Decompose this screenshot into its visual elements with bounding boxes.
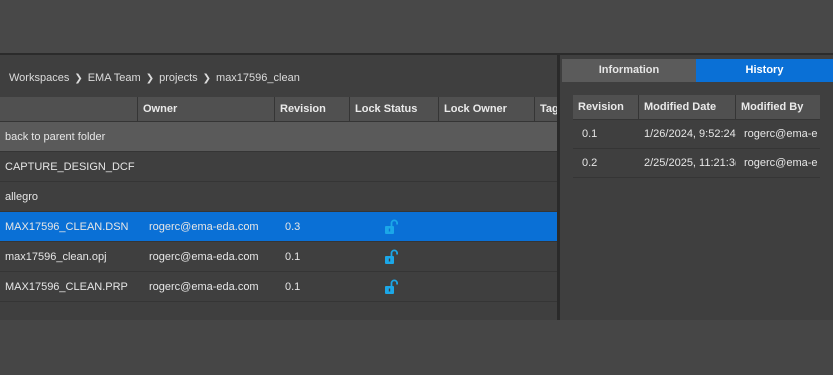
- column-header-name[interactable]: [0, 97, 138, 122]
- column-header-modified-by[interactable]: Modified By: [736, 95, 820, 120]
- column-header-lock-status[interactable]: Lock Status: [350, 97, 439, 122]
- unlocked-icon[interactable]: [383, 279, 399, 295]
- breadcrumb-projects[interactable]: projects: [159, 72, 198, 84]
- history-revision: 0.1: [582, 128, 598, 140]
- breadcrumb-workspaces[interactable]: Workspaces: [9, 72, 69, 84]
- lock-status-cell: [350, 272, 439, 302]
- file-name: max17596_clean.opj: [5, 250, 107, 263]
- history-revision: 0.2: [582, 157, 598, 169]
- file-revision: 0.3: [285, 220, 301, 233]
- file-row-selected[interactable]: MAX17596_CLEAN.DSN rogerc@ema-eda.com 0.…: [0, 212, 557, 242]
- history-modified-date: 2/25/2025, 11:21:3(: [644, 157, 736, 169]
- folder-name: CAPTURE_DESIGN_DCF: [5, 160, 135, 173]
- column-header-revision[interactable]: Revision: [275, 97, 350, 122]
- file-browser-panel: Workspaces ❯ EMA Team ❯ projects ❯ max17…: [0, 55, 557, 320]
- file-table: Owner Revision Lock Status Lock Owner Ta…: [0, 97, 557, 302]
- history-row[interactable]: 0.2 2/25/2025, 11:21:3( rogerc@ema-e: [573, 149, 820, 178]
- unlocked-icon[interactable]: [383, 249, 399, 265]
- folder-name: allegro: [5, 190, 39, 203]
- file-row[interactable]: MAX17596_CLEAN.PRP rogerc@ema-eda.com 0.…: [0, 272, 557, 302]
- file-owner: rogerc@ema-eda.com: [149, 220, 259, 233]
- column-header-lock-owner[interactable]: Lock Owner: [439, 97, 535, 122]
- folder-row[interactable]: allegro: [0, 182, 557, 212]
- file-revision: 0.1: [285, 250, 301, 263]
- column-header-tags[interactable]: Tags: [535, 97, 557, 122]
- chevron-right-icon: ❯: [202, 72, 212, 84]
- history-modified-by: rogerc@ema-e: [744, 128, 818, 140]
- lock-status-cell: [350, 242, 439, 272]
- file-owner: rogerc@ema-eda.com: [149, 280, 259, 293]
- file-name: MAX17596_CLEAN.DSN: [5, 220, 129, 233]
- file-table-header: Owner Revision Lock Status Lock Owner Ta…: [0, 97, 557, 122]
- file-row[interactable]: max17596_clean.opj rogerc@ema-eda.com 0.…: [0, 242, 557, 272]
- column-header-modified-date[interactable]: Modified Date: [639, 95, 736, 120]
- lock-status-cell: [350, 212, 439, 242]
- column-header-revision[interactable]: Revision: [573, 95, 639, 120]
- folder-row[interactable]: CAPTURE_DESIGN_DCF: [0, 152, 557, 182]
- breadcrumb-ema-team[interactable]: EMA Team: [88, 72, 141, 84]
- history-modified-date: 1/26/2024, 9:52:24: [644, 128, 736, 140]
- file-name: MAX17596_CLEAN.PRP: [5, 280, 128, 293]
- tab-history[interactable]: History: [696, 59, 833, 82]
- chevron-right-icon: ❯: [145, 72, 155, 84]
- breadcrumb: Workspaces ❯ EMA Team ❯ projects ❯ max17…: [9, 70, 300, 86]
- top-toolbar-area: [0, 0, 833, 54]
- file-revision: 0.1: [285, 280, 301, 293]
- details-tabs: Information History: [562, 59, 833, 82]
- history-table: Revision Modified Date Modified By 0.1 1…: [573, 95, 820, 178]
- history-modified-by: rogerc@ema-e: [744, 157, 818, 169]
- details-panel: Information History Revision Modified Da…: [560, 55, 833, 320]
- history-row[interactable]: 0.1 1/26/2024, 9:52:24 rogerc@ema-e: [573, 120, 820, 149]
- history-table-header: Revision Modified Date Modified By: [573, 95, 820, 120]
- parent-folder-label: back to parent folder: [5, 130, 106, 143]
- column-header-owner[interactable]: Owner: [138, 97, 275, 122]
- unlocked-icon[interactable]: [383, 219, 399, 235]
- file-owner: rogerc@ema-eda.com: [149, 250, 259, 263]
- parent-folder-row[interactable]: back to parent folder: [0, 122, 557, 152]
- bottom-empty-area: [0, 320, 833, 375]
- tab-information[interactable]: Information: [562, 59, 696, 82]
- breadcrumb-current-folder[interactable]: max17596_clean: [216, 72, 300, 84]
- chevron-right-icon: ❯: [74, 72, 83, 84]
